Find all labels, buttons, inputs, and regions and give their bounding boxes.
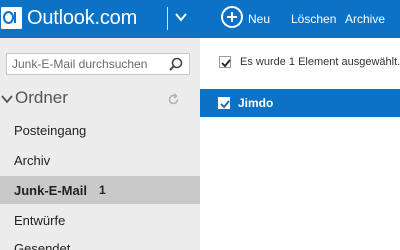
archive-button[interactable]: Archive [345, 12, 385, 26]
folder-archive[interactable]: Archiv [0, 146, 200, 174]
folders-header[interactable]: Ordner [0, 85, 200, 111]
chevron-down-icon[interactable] [174, 10, 188, 24]
search-icon[interactable] [165, 55, 187, 73]
folder-inbox[interactable]: Posteingang [0, 116, 200, 144]
message-checkbox[interactable] [218, 97, 230, 109]
search-box [6, 53, 190, 75]
brand-divider [167, 7, 168, 30]
folder-drafts[interactable]: Entwürfe [0, 206, 200, 234]
message-list: Es wurde 1 Element ausgewählt. Jimdo [200, 38, 400, 250]
refresh-icon[interactable] [167, 93, 180, 106]
selection-text: Es wurde 1 Element ausgewählt. [240, 56, 400, 68]
message-sender: Jimdo [238, 96, 274, 110]
select-all-checkbox[interactable] [219, 56, 231, 68]
folder-junk[interactable]: Junk-E-Mail 1 [0, 176, 200, 204]
new-button[interactable]: Neu [248, 12, 270, 26]
folder-sent[interactable]: Gesendet [0, 234, 200, 250]
delete-button[interactable]: Löschen [291, 12, 336, 26]
check-icon [221, 59, 231, 68]
new-plus-icon[interactable] [221, 6, 243, 28]
top-bar: Outlook.com Neu Löschen Archive [0, 0, 400, 38]
selection-status: Es wurde 1 Element ausgewählt. [200, 54, 400, 72]
sidebar: Ordner Posteingang Archiv Junk-E-Mail 1 … [0, 38, 200, 250]
brand-title: Outlook.com [27, 7, 138, 29]
folder-label: Junk-E-Mail [14, 183, 87, 198]
unread-count-badge: 1 [99, 183, 106, 197]
folder-label: Posteingang [14, 123, 87, 138]
folder-label: Gesendet [14, 241, 71, 250]
search-input[interactable] [7, 54, 163, 74]
folder-label: Archiv [14, 153, 51, 168]
folder-label: Entwürfe [14, 213, 66, 228]
message-row[interactable]: Jimdo [200, 89, 400, 117]
chevron-down-icon[interactable] [1, 94, 13, 104]
check-icon [220, 100, 230, 109]
folders-title: Ordner [15, 88, 68, 107]
outlook-logo-icon [1, 7, 22, 29]
